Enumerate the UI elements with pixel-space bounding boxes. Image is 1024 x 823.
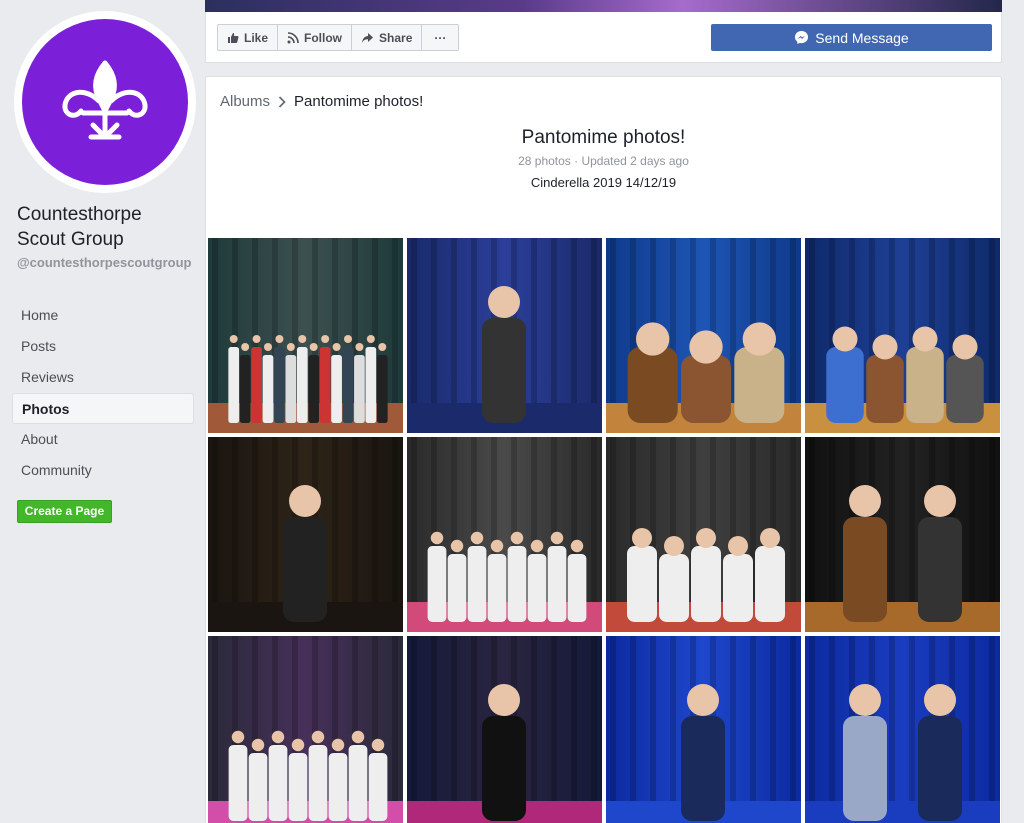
share-label: Share (379, 30, 413, 45)
share-arrow-icon (362, 32, 374, 43)
photo-bear-behind-curtain[interactable] (805, 437, 1000, 632)
photo-image (606, 437, 801, 632)
messenger-icon (795, 30, 809, 45)
photo-bear-costumes[interactable] (606, 238, 801, 433)
fleur-de-lis-icon (62, 60, 148, 140)
send-message-button[interactable]: Send Message (711, 24, 992, 51)
nav-item-community[interactable]: Community (12, 455, 194, 486)
scout-logo (22, 19, 188, 185)
photo-villain-on-stage[interactable] (407, 636, 602, 823)
left-column: Countesthorpe Scout Group @countesthorpe… (0, 0, 205, 823)
album-card: Albums Pantomime photos! Pantomime photo… (205, 76, 1002, 823)
photo-image (805, 238, 1000, 433)
like-label: Like (244, 30, 269, 45)
photo-image (805, 636, 1000, 823)
photo-letters-kids-tables[interactable] (407, 437, 602, 632)
chevron-right-icon (278, 95, 286, 108)
rss-icon (287, 31, 299, 43)
follow-label: Follow (304, 30, 343, 45)
thumbs-up-icon (228, 32, 239, 43)
nav-item-reviews[interactable]: Reviews (12, 362, 194, 393)
page-name[interactable]: Countesthorpe Scout Group (17, 202, 192, 252)
photo-prince-singing[interactable] (606, 636, 801, 823)
photo-bears-audience[interactable] (805, 238, 1000, 433)
cover-photo[interactable] (205, 0, 1002, 12)
breadcrumb-current: Pantomime photos! (294, 93, 424, 110)
photo-cinderella-and-prince[interactable] (805, 636, 1000, 823)
photo-grid (208, 238, 1000, 823)
page-nav: Home Posts Reviews Photos About Communit… (12, 300, 194, 486)
nav-item-home[interactable]: Home (12, 300, 194, 331)
action-button-group: Like Follow Share ··· (217, 24, 460, 51)
profile-picture[interactable] (14, 11, 196, 193)
photo-group-cast[interactable] (208, 238, 403, 433)
photo-image (208, 636, 403, 823)
photo-image (805, 437, 1000, 632)
album-description: Cinderella 2019 14/12/19 (530, 175, 677, 190)
photo-image (606, 636, 801, 823)
nav-item-photos[interactable]: Photos (12, 393, 194, 424)
breadcrumb-albums-link[interactable]: Albums (220, 93, 270, 110)
photo-image (407, 636, 602, 823)
photo-image (208, 437, 403, 632)
more-options-button[interactable]: ··· (422, 25, 458, 50)
photo-idea-kids[interactable] (606, 437, 801, 632)
photo-image (208, 238, 403, 433)
page-action-bar: Like Follow Share ··· Send Message (205, 12, 1002, 63)
follow-button[interactable]: Follow (278, 25, 353, 50)
page-handle: @countesthorpescoutgroup (17, 255, 192, 270)
breadcrumb: Albums Pantomime photos! (220, 93, 423, 110)
photo-cinderella-letters[interactable] (208, 636, 403, 823)
like-button[interactable]: Like (218, 25, 279, 50)
nav-item-about[interactable]: About (12, 424, 194, 455)
photo-image (407, 437, 602, 632)
create-page-button[interactable]: Create a Page (17, 500, 112, 523)
photo-image (606, 238, 801, 433)
photo-narrator-reading[interactable] (407, 238, 602, 433)
album-title: Pantomime photos! (521, 127, 686, 148)
photo-image (407, 238, 602, 433)
photo-singer-microphone[interactable] (208, 437, 403, 632)
send-message-label: Send Message (815, 29, 909, 46)
album-meta: 28 photos · Updated 2 days ago (518, 154, 689, 168)
share-button[interactable]: Share (352, 25, 423, 50)
more-icon: ··· (434, 30, 447, 45)
nav-item-posts[interactable]: Posts (12, 331, 194, 362)
